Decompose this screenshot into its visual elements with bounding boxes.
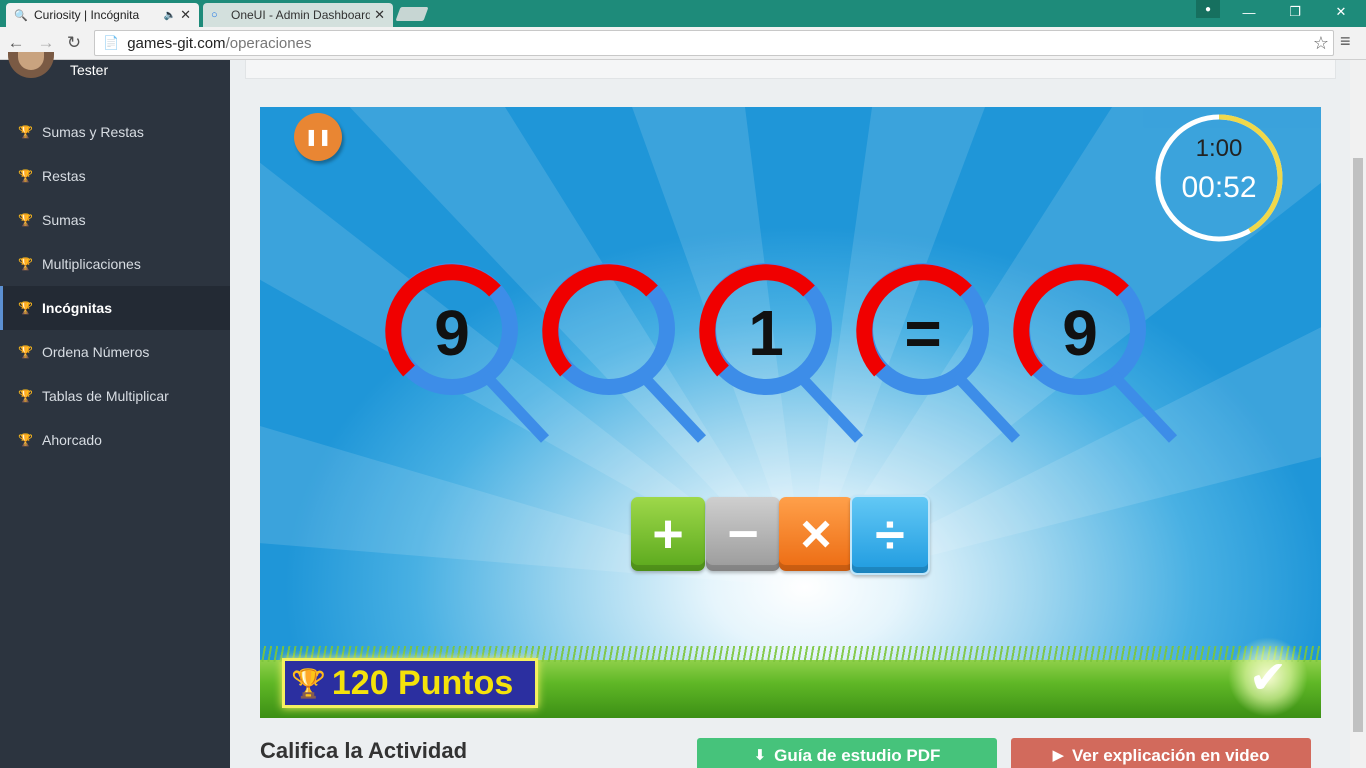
page-scrollbar[interactable] <box>1350 60 1366 768</box>
sidebar-menu: 🏆 Sumas y Restas 🏆 Restas 🏆 Sumas 🏆 Multipli… <box>0 110 230 462</box>
bookmark-star-icon[interactable]: ☆ <box>1313 33 1329 54</box>
slot-value: 9 <box>1062 297 1098 369</box>
sidebar-item-sumas[interactable]: 🏆 Sumas <box>0 198 230 242</box>
trophy-icon: 🏆 <box>18 169 33 183</box>
divide-operator-button[interactable]: ÷ <box>850 495 930 575</box>
scrollbar-thumb[interactable] <box>1353 158 1363 732</box>
countdown-timer: 1:00 00:52 <box>1152 111 1286 245</box>
tab-oneui[interactable]: ○ OneUI - Admin Dashboard ✕ <box>203 3 393 27</box>
trophy-icon: 🏆 <box>18 257 33 271</box>
url-host: games-git.com <box>127 34 226 52</box>
tab-curiosity[interactable]: 🔍 Curiosity | Incógnita 🔈 ✕ <box>6 3 199 27</box>
trophy-icon: 🏆 <box>18 345 33 359</box>
video-explanation-button[interactable]: ▶ Ver explicación en video <box>1011 738 1311 768</box>
equation-slot-operand-1[interactable]: 9 <box>385 262 555 452</box>
trophy-icon: 🏆 <box>18 433 33 447</box>
menu-icon[interactable]: ≡ <box>1340 31 1351 52</box>
equation-slot-result: 9 <box>1013 262 1183 452</box>
sidebar-item-restas[interactable]: 🏆 Restas <box>0 154 230 198</box>
download-icon: ⬇ <box>753 747 767 764</box>
equation-slot-equals: = <box>856 262 1026 452</box>
header-card <box>245 60 1336 79</box>
avatar[interactable] <box>8 52 54 78</box>
page-icon: 📄 <box>103 35 120 50</box>
sidebar-item-sumas-y-restas[interactable]: 🏆 Sumas y Restas <box>0 110 230 154</box>
equation-slot-operand-2[interactable]: 1 <box>699 262 869 452</box>
address-bar[interactable]: 📄 games-git.com/operaciones ☆ <box>94 30 1334 56</box>
timer-total: 1:00 <box>1195 135 1243 162</box>
sidebar-item-multiplicaciones[interactable]: 🏆 Multiplicaciones <box>0 242 230 286</box>
slot-value: 1 <box>748 297 784 369</box>
browser-toolbar: ← → ↻ 📄 games-git.com/operaciones ☆ ≡ <box>0 27 1366 60</box>
slot-value: 9 <box>434 297 470 369</box>
sidebar-item-tablas-de-multiplicar[interactable]: 🏆 Tablas de Multiplicar <box>0 374 230 418</box>
sidebar: Tester 🏆 Sumas y Restas 🏆 Restas 🏆 Sumas 🏆 M… <box>0 52 230 768</box>
button-label: Ver explicación en video <box>1072 746 1270 765</box>
trophy-icon: 🏆 <box>18 389 33 403</box>
sidebar-item-label: Sumas <box>42 212 86 228</box>
sidebar-item-incognitas[interactable]: 🏆 Incógnitas <box>0 286 230 330</box>
rate-activity-title: Califica la Actividad <box>260 738 468 763</box>
trophy-icon: 🏆 <box>18 213 33 227</box>
plus-operator-button[interactable]: + <box>631 497 705 571</box>
minimize-icon[interactable]: — <box>1226 0 1272 24</box>
speaker-icon[interactable]: 🔈 <box>164 10 176 21</box>
pause-icon: ❚❚ <box>304 129 332 146</box>
button-label: Guía de estudio PDF <box>774 746 941 765</box>
sidebar-item-label: Multiplicaciones <box>42 256 141 272</box>
trophy-icon: 🏆 <box>18 125 33 139</box>
slot-value <box>542 294 676 372</box>
username[interactable]: Tester <box>70 62 108 78</box>
sidebar-item-label: Incógnitas <box>42 300 113 316</box>
points-text: 120 Puntos <box>331 663 514 702</box>
sidebar-item-label: Ordena Números <box>42 344 150 360</box>
window-close-icon[interactable]: ✕ <box>1318 0 1364 24</box>
equation-slot-operator[interactable] <box>542 262 712 452</box>
sidebar-item-label: Sumas y Restas <box>42 124 144 140</box>
tab-label: OneUI - Admin Dashboard <box>231 8 371 22</box>
sidebar-item-ordena-numeros[interactable]: 🏆 Ordena Números <box>0 330 230 374</box>
sidebar-item-label: Ahorcado <box>42 432 102 448</box>
trophy-icon: 🏆 <box>18 301 33 315</box>
minus-operator-button[interactable]: − <box>706 497 780 571</box>
sidebar-item-label: Tablas de Multiplicar <box>42 388 169 404</box>
trophy-icon: 🏆 <box>291 667 326 699</box>
new-tab-button[interactable] <box>395 7 429 21</box>
multiply-operator-button[interactable]: × <box>779 497 853 571</box>
url-path: /operaciones <box>225 34 312 52</box>
reload-icon[interactable]: ↻ <box>62 31 86 55</box>
slot-value: = <box>904 297 942 369</box>
user-icon[interactable]: ● <box>1196 0 1220 18</box>
close-icon[interactable]: ✕ <box>180 7 191 23</box>
sidebar-item-ahorcado[interactable]: 🏆 Ahorcado <box>0 418 230 462</box>
sidebar-item-label: Restas <box>42 168 86 184</box>
circle-icon: ○ <box>211 9 218 21</box>
checkmark-icon: ✔ <box>1248 651 1288 703</box>
browser-tab-bar: 🔍 Curiosity | Incógnita 🔈 ✕ ○ OneUI - Ad… <box>0 0 1366 27</box>
search-icon: 🔍 <box>14 9 28 22</box>
timer-remaining: 00:52 <box>1181 171 1257 204</box>
close-icon[interactable]: ✕ <box>374 7 385 23</box>
youtube-icon: ▶ <box>1052 747 1065 764</box>
restore-icon[interactable]: ❐ <box>1272 0 1318 24</box>
game-board: ❚❚ 1:00 00:52 9 1 = 9 + − × ÷ 🏆 120 Punt… <box>260 107 1321 718</box>
check-answer-button[interactable]: ✔ <box>1228 637 1308 717</box>
study-guide-pdf-button[interactable]: ⬇ Guía de estudio PDF <box>697 738 997 768</box>
pause-button[interactable]: ❚❚ <box>294 113 342 161</box>
tab-label: Curiosity | Incógnita <box>34 8 140 22</box>
points-badge: 🏆 120 Puntos <box>282 658 538 708</box>
